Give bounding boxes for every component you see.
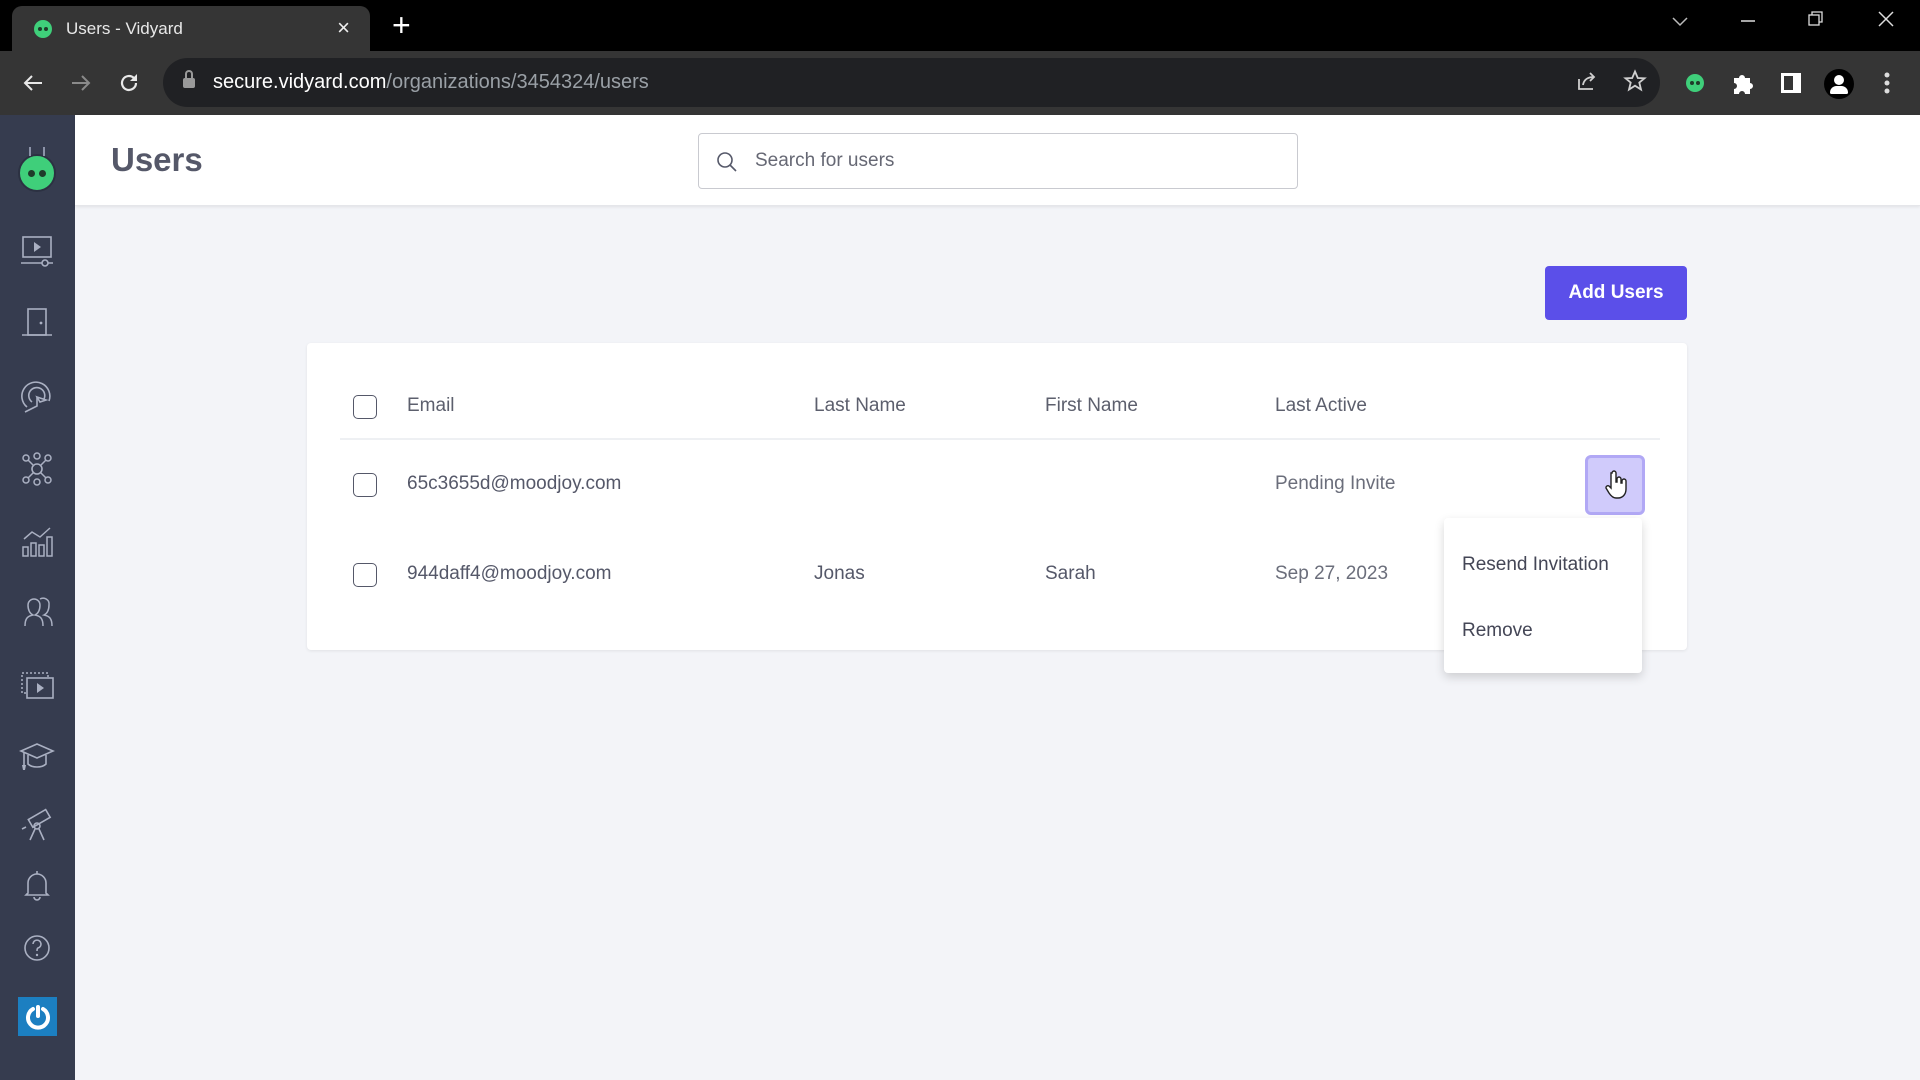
column-header-last-name[interactable]: Last Name bbox=[814, 395, 906, 417]
network-hub-icon bbox=[22, 452, 52, 486]
select-all-checkbox[interactable] bbox=[353, 395, 377, 419]
browser-tab[interactable]: Users - Vidyard × bbox=[12, 6, 370, 51]
door-icon bbox=[22, 308, 52, 336]
analytics-chart-icon bbox=[22, 527, 53, 557]
sidebar-item-discover[interactable] bbox=[17, 805, 57, 845]
url-text: secure.vidyard.com/organizations/3454324… bbox=[213, 71, 649, 93]
browser-menu-icon[interactable] bbox=[1871, 67, 1903, 99]
search-icon bbox=[717, 152, 737, 172]
close-window-button[interactable] bbox=[1871, 8, 1901, 36]
vidyard-logo-icon[interactable] bbox=[18, 147, 56, 192]
restore-button[interactable] bbox=[1801, 8, 1831, 36]
tab-search-icon[interactable] bbox=[1665, 8, 1695, 36]
sidebar-item-integrations[interactable] bbox=[17, 449, 57, 489]
cell-email: 65c3655d@moodjoy.com bbox=[407, 473, 622, 494]
bookmark-star-icon[interactable] bbox=[1621, 69, 1649, 97]
menu-item-remove[interactable]: Remove bbox=[1462, 620, 1533, 642]
account-power-icon[interactable] bbox=[18, 997, 57, 1036]
sidebar-item-analytics[interactable] bbox=[17, 521, 57, 561]
cell-email: 944daff4@moodjoy.com bbox=[407, 563, 612, 584]
sidebar-item-videos[interactable] bbox=[17, 231, 57, 271]
lock-icon[interactable] bbox=[183, 70, 195, 89]
browser-tabstrip: Users - Vidyard × + bbox=[0, 0, 1920, 51]
cell-first-name: Sarah bbox=[1045, 563, 1096, 584]
search-input[interactable] bbox=[755, 134, 1285, 188]
vidyard-extension-icon[interactable] bbox=[1679, 67, 1711, 99]
sidebar-item-rooms[interactable] bbox=[17, 303, 57, 343]
address-bar[interactable]: secure.vidyard.com/organizations/3454324… bbox=[163, 58, 1660, 107]
cell-last-active: Pending Invite bbox=[1275, 473, 1396, 494]
row-checkbox[interactable] bbox=[353, 563, 377, 587]
video-library-icon bbox=[21, 236, 53, 267]
side-panel-icon[interactable] bbox=[1774, 67, 1806, 99]
menu-item-resend-invitation[interactable]: Resend Invitation bbox=[1462, 554, 1609, 576]
back-button[interactable] bbox=[15, 65, 51, 101]
sidebar-item-help[interactable] bbox=[17, 928, 57, 968]
users-group-icon bbox=[24, 597, 53, 627]
sidebar-item-learning[interactable] bbox=[17, 736, 57, 776]
column-header-email[interactable]: Email bbox=[407, 395, 455, 417]
app-sidebar bbox=[0, 115, 75, 1080]
vidyard-favicon-icon bbox=[34, 20, 52, 38]
sidebar-item-prospecting[interactable] bbox=[17, 377, 57, 417]
browser-toolbar: secure.vidyard.com/organizations/3454324… bbox=[0, 51, 1920, 115]
row-actions-button[interactable] bbox=[1585, 455, 1645, 515]
forward-button[interactable] bbox=[63, 65, 99, 101]
reload-button[interactable] bbox=[111, 65, 147, 101]
extensions-puzzle-icon[interactable] bbox=[1727, 67, 1759, 99]
add-users-button[interactable]: Add Users bbox=[1545, 266, 1687, 320]
cell-last-active: Sep 27, 2023 bbox=[1275, 563, 1389, 584]
column-header-first-name[interactable]: First Name bbox=[1045, 395, 1138, 417]
tab-title: Users - Vidyard bbox=[66, 19, 183, 38]
profile-icon[interactable] bbox=[1822, 67, 1854, 99]
row-actions-menu: Resend Invitation Remove bbox=[1444, 518, 1642, 673]
tab-close-icon[interactable]: × bbox=[337, 15, 350, 41]
sidebar-item-notifications[interactable] bbox=[17, 865, 57, 905]
graduation-cap-icon bbox=[19, 743, 55, 770]
column-header-last-active[interactable]: Last Active bbox=[1275, 395, 1367, 417]
hand-cursor-icon bbox=[1605, 470, 1627, 499]
header-divider bbox=[340, 438, 1660, 440]
share-icon[interactable] bbox=[1573, 69, 1601, 97]
row-checkbox[interactable] bbox=[353, 473, 377, 497]
help-circle-icon bbox=[24, 935, 50, 961]
page-header: Users bbox=[75, 115, 1920, 206]
sidebar-item-channels[interactable] bbox=[17, 666, 57, 706]
sidebar-item-team[interactable] bbox=[17, 592, 57, 632]
bell-icon bbox=[24, 871, 50, 901]
playlist-icon bbox=[21, 672, 54, 699]
search-box[interactable] bbox=[698, 133, 1298, 189]
telescope-icon bbox=[21, 808, 52, 841]
page-title: Users bbox=[111, 141, 203, 178]
target-cursor-icon bbox=[21, 381, 51, 413]
minimize-button[interactable] bbox=[1733, 8, 1763, 36]
new-tab-button[interactable]: + bbox=[392, 8, 411, 42]
cell-last-name: Jonas bbox=[814, 563, 865, 584]
